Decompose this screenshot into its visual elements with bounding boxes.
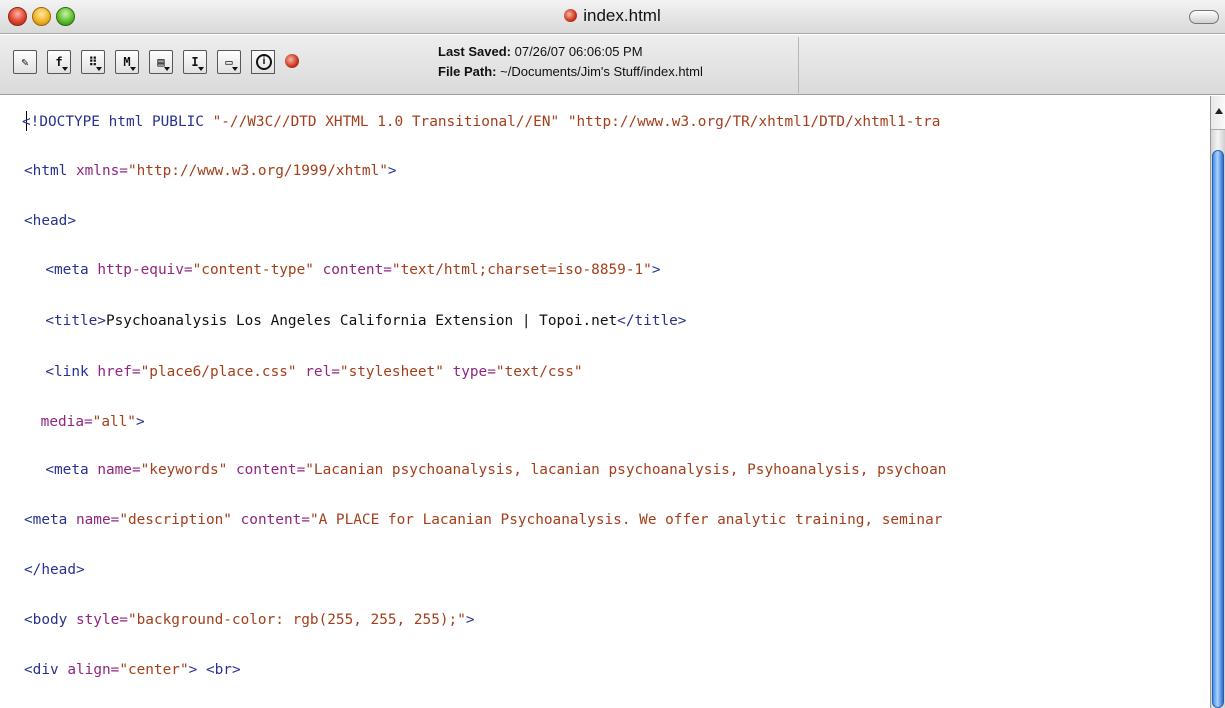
last-saved-label: Last Saved: xyxy=(438,44,511,59)
code-token-tag xyxy=(444,364,453,380)
code-token-val: "text/css" xyxy=(495,364,583,380)
file-path-value: ~/Documents/Jim's Stuff/index.html xyxy=(500,64,703,79)
code-token-tag: <meta xyxy=(24,512,76,528)
code-line[interactable]: <meta name="keywords" content="Lacanian … xyxy=(28,459,946,481)
code-token-val: "-//W3C//DTD XHTML 1.0 Transitional//EN" xyxy=(212,114,560,130)
code-token-tag: > xyxy=(651,262,661,278)
code-token-tag: > xyxy=(135,414,145,430)
code-line[interactable]: media="all"> xyxy=(32,411,145,433)
document-proxy-icon[interactable] xyxy=(564,9,578,22)
code-line[interactable]: <div align="center"> <br> xyxy=(24,659,241,681)
code-token-attr: http-equiv= xyxy=(97,262,193,278)
code-line[interactable]: <title>Psychoanalysis Los Angeles Califo… xyxy=(28,310,686,332)
code-token-tag: > xyxy=(465,612,475,628)
code-token-tag: > xyxy=(387,163,397,179)
code-token-attr: media= xyxy=(40,414,93,430)
code-token-attr: content= xyxy=(235,462,306,478)
file-path: File Path: ~/Documents/Jim's Stuff/index… xyxy=(438,64,703,79)
window-title-text: index.html xyxy=(583,6,661,25)
code-line[interactable]: </head> xyxy=(24,559,85,581)
code-token-val: "keywords" xyxy=(140,462,228,478)
code-token-val: "http://www.w3.org/TR/xhtml1/DTD/xhtml1-… xyxy=(567,114,941,130)
scroll-up-arrow-icon xyxy=(1215,108,1223,114)
code-line[interactable]: <meta http-equiv="content-type" content=… xyxy=(28,259,661,281)
code-token-val: "content-type" xyxy=(192,262,314,278)
code-line[interactable]: <head> xyxy=(24,210,76,232)
toolbar: ✎ f ⠿ M ▤ I ▭ i Last Saved: 07/26/07 06:… xyxy=(0,35,1225,95)
scroll-up-button[interactable] xyxy=(1210,96,1225,130)
code-token-tag: <body xyxy=(24,612,76,628)
code-token-attr: content= xyxy=(322,262,392,278)
code-token-tag: </head> xyxy=(24,562,85,578)
code-token-val: "Lacanian psychoanalysis, lacanian psych… xyxy=(305,462,947,478)
window-title-area: index.html xyxy=(0,0,1225,34)
code-token-val: "stylesheet" xyxy=(339,364,444,380)
code-token-attr: align= xyxy=(67,662,120,678)
code-token-tag: > <br> xyxy=(188,662,241,678)
code-token-val: "place6/place.css" xyxy=(140,364,297,380)
window-title: index.html xyxy=(564,6,661,26)
code-token-tag xyxy=(232,512,241,528)
file-path-label: File Path: xyxy=(438,64,497,79)
code-token-val: "text/html;charset=iso-8859-1" xyxy=(391,262,652,278)
toolbar-divider xyxy=(798,37,799,93)
last-saved-value: 07/26/07 06:06:05 PM xyxy=(514,44,643,59)
code-token-tag xyxy=(297,364,306,380)
toolbar-toggle-button[interactable] xyxy=(1189,10,1219,24)
code-token-attr: content= xyxy=(240,512,310,528)
text-cursor-menu-icon[interactable]: I xyxy=(183,50,207,74)
code-editor[interactable]: <!DOCTYPE html PUBLIC "-//W3C//DTD XHTML… xyxy=(0,96,1210,708)
code-line[interactable]: <body style="background-color: rgb(255, … xyxy=(24,609,475,631)
pencil-icon[interactable]: ✎ xyxy=(13,50,37,74)
markers-menu-icon[interactable]: ⠿ xyxy=(81,50,105,74)
code-token-tag xyxy=(227,462,236,478)
app-logo-icon[interactable] xyxy=(285,54,299,68)
code-token-attr: style= xyxy=(75,612,128,628)
code-line[interactable]: <!DOCTYPE html PUBLIC "-//W3C//DTD XHTML… xyxy=(22,111,940,133)
code-token-val: "http://www.w3.org/1999/xhtml" xyxy=(127,163,388,179)
code-token-tag: <!DOCTYPE html PUBLIC xyxy=(22,114,213,130)
code-token-tag: <meta xyxy=(45,462,98,478)
code-token-attr: rel= xyxy=(305,364,340,380)
code-token-tag: <link xyxy=(45,364,98,380)
code-token-attr: xmlns= xyxy=(75,163,128,179)
code-token-txt: Psychoanalysis Los Angeles California Ex… xyxy=(105,313,618,329)
code-token-tag: <title> xyxy=(45,313,106,329)
code-token-attr: name= xyxy=(97,462,141,478)
title-bar: index.html xyxy=(0,0,1225,34)
code-token-tag: <div xyxy=(24,662,68,678)
m-menu-icon[interactable]: M xyxy=(115,50,139,74)
info-icon[interactable]: i xyxy=(251,50,275,74)
code-token-val: "all" xyxy=(92,414,136,430)
window-menu-icon[interactable]: ▭ xyxy=(217,50,241,74)
code-line[interactable]: <meta name="description" content="A PLAC… xyxy=(24,509,942,531)
last-saved: Last Saved: 07/26/07 06:06:05 PM xyxy=(438,44,643,59)
function-menu-icon[interactable]: f xyxy=(47,50,71,74)
code-token-tag xyxy=(559,114,568,130)
code-token-attr: href= xyxy=(97,364,141,380)
code-line[interactable]: <html xmlns="http://www.w3.org/1999/xhtm… xyxy=(24,160,397,182)
code-token-val: "description" xyxy=(119,512,232,528)
code-token-tag xyxy=(314,262,323,278)
code-token-val: "center" xyxy=(119,662,189,678)
code-token-tag: <html xyxy=(24,163,76,179)
code-token-tag: <head> xyxy=(24,213,76,229)
code-token-tag: </title> xyxy=(617,313,687,329)
code-line[interactable]: <link href="place6/place.css" rel="style… xyxy=(28,361,583,383)
document-menu-icon[interactable]: ▤ xyxy=(149,50,173,74)
scrollbar-thumb[interactable] xyxy=(1212,150,1224,708)
code-token-val: "background-color: rgb(255, 255, 255);" xyxy=(127,612,466,628)
code-token-attr: name= xyxy=(75,512,120,528)
code-token-val: "A PLACE for Lacanian Psychoanalysis. We… xyxy=(309,512,943,528)
code-token-attr: type= xyxy=(452,364,496,380)
code-token-tag: <meta xyxy=(45,262,98,278)
